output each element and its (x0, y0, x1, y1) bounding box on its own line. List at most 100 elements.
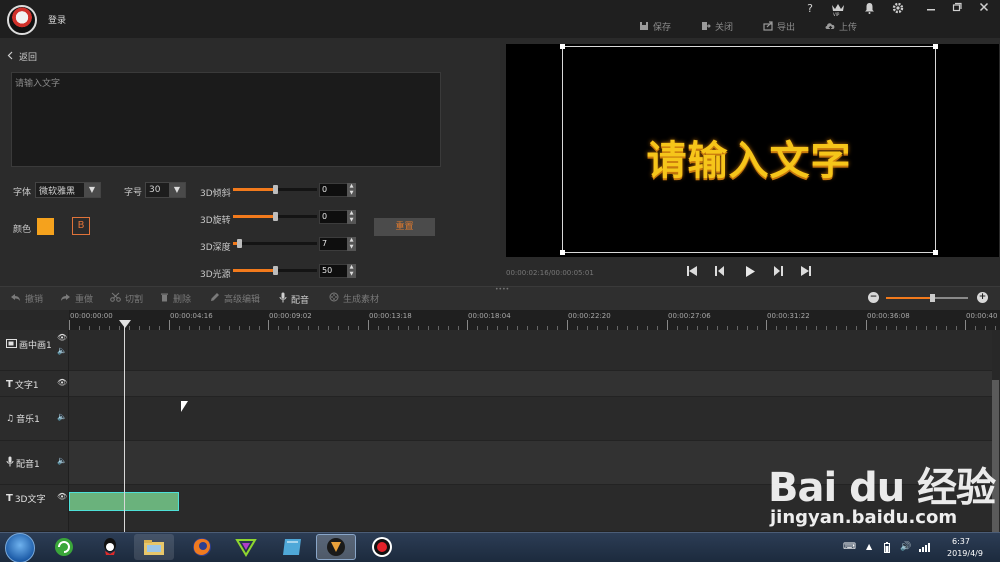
upload-label: 上传 (839, 22, 858, 33)
eye-icon[interactable]: 👁 (57, 378, 67, 387)
resize-handle[interactable] (933, 250, 938, 255)
eye-icon[interactable]: 👁 (57, 492, 67, 501)
login-link[interactable]: 登录 (48, 13, 66, 26)
resize-handle[interactable] (933, 44, 938, 49)
spin-arrows-icon[interactable]: ▲ ▼ (347, 210, 356, 224)
help-icon[interactable]: ? (802, 2, 818, 16)
eye-icon[interactable]: 👁 (57, 333, 67, 342)
bold-button[interactable]: B (72, 217, 90, 235)
resize-handle[interactable] (560, 44, 565, 49)
color-swatch[interactable] (37, 218, 54, 235)
ruler-tick (766, 320, 767, 330)
preview-text[interactable]: 请输入文字 (562, 128, 936, 186)
track-header-text[interactable]: T 文字1 👁 (0, 371, 69, 397)
resize-handle[interactable] (560, 250, 565, 255)
tilt-value-input[interactable]: 0 (319, 183, 349, 197)
taskbar-app-browser[interactable] (44, 534, 84, 560)
playhead-line[interactable] (124, 322, 125, 534)
track-header-music[interactable]: ♫ 音乐1 🔈 (0, 397, 69, 441)
exit-button[interactable]: 关闭 (701, 18, 733, 34)
font-select[interactable]: 微软雅黑 ▼ (35, 182, 101, 198)
redo-button[interactable]: 重做 (60, 292, 93, 305)
advanced-edit-button[interactable]: 高级编辑 (210, 292, 260, 305)
taskbar-app-explorer[interactable] (134, 534, 174, 560)
spin-arrows-icon[interactable]: ▲ ▼ (347, 237, 356, 251)
taskbar-app-media[interactable] (226, 534, 266, 560)
export-icon (763, 21, 773, 31)
restore-icon[interactable] (949, 2, 965, 16)
bell-icon[interactable] (861, 2, 877, 16)
step-forward-icon[interactable] (771, 265, 785, 280)
slider-thumb[interactable] (237, 239, 242, 248)
track-header-dubbing[interactable]: 配音1 🔈 (0, 441, 69, 485)
reset-button[interactable]: 重置 (374, 218, 435, 236)
panel-splitter[interactable]: •••• (495, 286, 509, 293)
track-row[interactable] (69, 330, 992, 371)
step-back-icon[interactable] (713, 265, 727, 280)
spin-arrows-icon[interactable]: ▲ ▼ (347, 183, 356, 197)
play-icon[interactable] (743, 265, 757, 281)
depth-value-input[interactable]: 7 (319, 237, 349, 251)
depth-slider[interactable] (233, 239, 317, 248)
close-icon[interactable] (976, 2, 992, 16)
playhead-handle[interactable] (119, 320, 131, 328)
clock-date[interactable]: 2019/4/9 (940, 549, 990, 558)
time-ruler[interactable]: 00:00:00:00 00:00:04:16 00:00:09:02 00:00:1… (69, 310, 1000, 330)
skip-start-icon[interactable] (685, 265, 699, 280)
speaker-icon[interactable]: 🔈 (57, 456, 67, 465)
tilt-slider[interactable] (233, 185, 317, 194)
keyboard-icon[interactable]: ⌨ (843, 542, 856, 552)
zoom-thumb[interactable] (930, 294, 935, 302)
size-label: 字号 (124, 188, 143, 198)
track-header-pip[interactable]: 画中画1 👁 🔈 (0, 330, 69, 371)
timeline-corner (0, 310, 69, 330)
taskbar-app-qq[interactable] (90, 534, 130, 560)
gear-icon[interactable] (890, 2, 906, 16)
ruler-tick-label: 00:00:04:16 (170, 312, 213, 320)
volume-icon[interactable]: 🔊 (900, 542, 911, 552)
slider-thumb[interactable] (273, 266, 278, 275)
zoom-out-icon[interactable]: − (868, 292, 879, 303)
taskbar-app-recorder[interactable] (362, 534, 402, 560)
taskbar-app-notes[interactable] (272, 534, 312, 560)
track-row[interactable] (69, 371, 992, 397)
light-slider[interactable] (233, 266, 317, 275)
scissors-icon (110, 292, 121, 305)
back-button[interactable]: 返回 (7, 50, 37, 63)
taskbar-app-firefox[interactable] (182, 534, 222, 560)
undo-button[interactable]: 撤销 (10, 292, 43, 305)
tray-arrow-icon[interactable]: ▲ (866, 542, 872, 551)
dubbing-label: 配音 (291, 295, 310, 306)
export-button[interactable]: 导出 (763, 18, 795, 34)
dubbing-button[interactable]: 配音 (279, 292, 309, 306)
speaker-icon[interactable]: 🔈 (57, 346, 67, 355)
save-button[interactable]: 保存 (639, 18, 671, 34)
start-button[interactable] (5, 533, 35, 562)
battery-icon[interactable] (884, 542, 890, 556)
zoom-slider[interactable] (886, 294, 968, 302)
slider-label: 3D深度 (200, 243, 231, 253)
delete-button[interactable]: 删除 (160, 292, 191, 305)
cut-button[interactable]: 切割 (110, 292, 143, 305)
upload-button[interactable]: 上传 (825, 18, 857, 34)
slider-thumb[interactable] (273, 185, 278, 194)
generate-material-button[interactable]: 生成素材 (329, 292, 379, 305)
track-row[interactable] (69, 397, 992, 441)
skip-end-icon[interactable] (799, 265, 813, 280)
network-icon[interactable] (918, 542, 930, 555)
track-label: 音乐1 (16, 415, 40, 425)
ruler-tick-label: 00:00:31:22 (767, 312, 810, 320)
taskbar-app-video-editor[interactable] (316, 534, 356, 560)
size-select[interactable]: 30 ▼ (145, 182, 186, 198)
text-input[interactable] (11, 72, 441, 167)
speaker-icon[interactable]: 🔈 (57, 412, 67, 421)
light-value-input[interactable]: 50 (319, 264, 349, 278)
zoom-in-icon[interactable]: + (977, 292, 988, 303)
spin-arrows-icon[interactable]: ▲ ▼ (347, 264, 356, 278)
rotation-value-input[interactable]: 0 (319, 210, 349, 224)
minimize-icon[interactable] (923, 2, 939, 16)
track-header-3d-text[interactable]: T 3D文字 👁 (0, 485, 69, 532)
slider-thumb[interactable] (273, 212, 278, 221)
clock-time[interactable]: 6:37 (940, 537, 982, 546)
rotation-slider[interactable] (233, 212, 317, 221)
